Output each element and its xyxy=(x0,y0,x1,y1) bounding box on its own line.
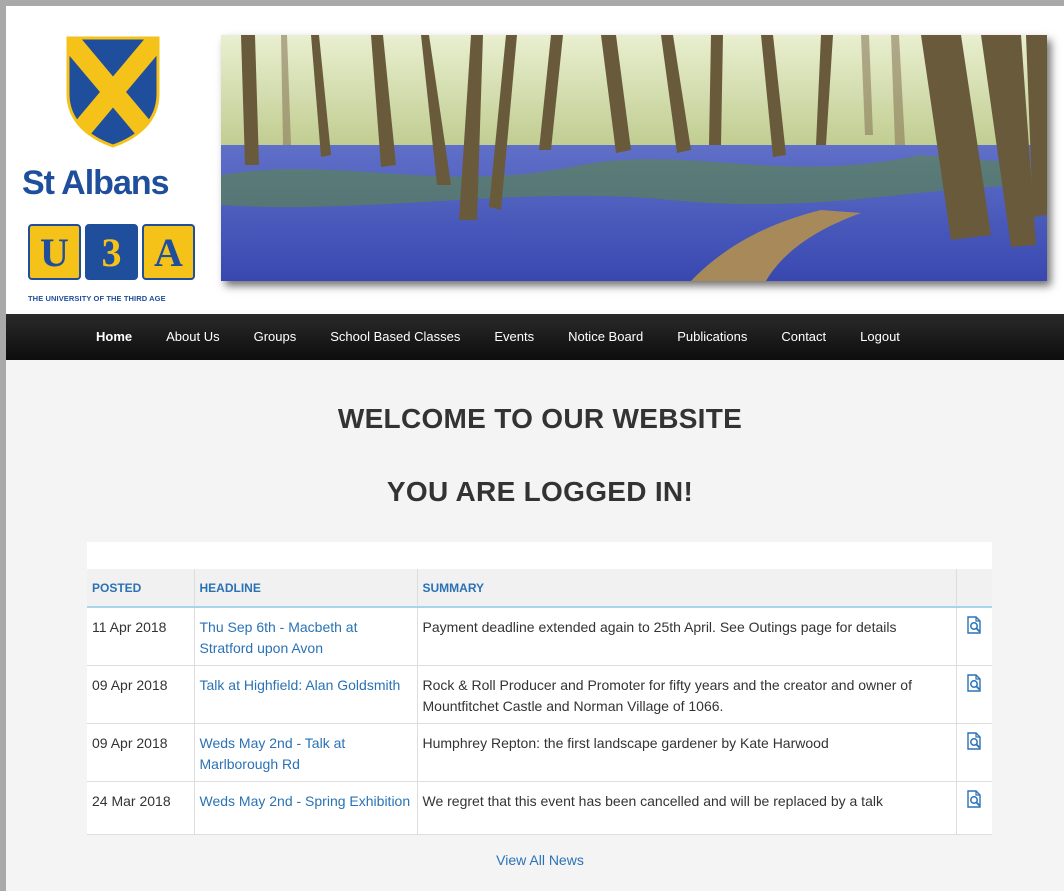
news-headline-link[interactable]: Weds May 2nd - Talk at Marlborough Rd xyxy=(194,723,418,782)
logged-in-heading: YOU ARE LOGGED IN! xyxy=(386,476,694,507)
nav-item-contact[interactable]: Contact xyxy=(764,314,843,360)
nav-item-logout[interactable]: Logout xyxy=(843,314,917,360)
nav-item-events[interactable]: Events xyxy=(477,314,551,360)
main-content: WELCOME TO OUR WEBSITE YOU ARE LOGGED IN… xyxy=(6,360,1064,891)
news-panel: POSTED HEADLINE SUMMARY 11 Apr 2018 Thu … xyxy=(87,542,992,835)
view-all-news-link[interactable]: View All News xyxy=(6,852,1064,868)
shield-crest-icon xyxy=(66,36,160,148)
u3a-letter-u: U xyxy=(28,224,81,280)
table-row: 09 Apr 2018 Talk at Highfield: Alan Gold… xyxy=(87,665,992,724)
nav-item-notice-board[interactable]: Notice Board xyxy=(551,314,660,360)
news-posted-date: 09 Apr 2018 xyxy=(87,723,195,782)
nav-item-home[interactable]: Home xyxy=(79,314,149,360)
document-view-icon[interactable] xyxy=(965,616,983,640)
welcome-heading: WELCOME TO OUR WEBSITE xyxy=(337,403,743,434)
column-header-headline[interactable]: HEADLINE xyxy=(194,569,418,608)
news-row-actions xyxy=(956,665,992,724)
news-posted-date: 09 Apr 2018 xyxy=(87,665,195,724)
news-table: POSTED HEADLINE SUMMARY 11 Apr 2018 Thu … xyxy=(87,569,992,835)
nav-list: Home About Us Groups School Based Classe… xyxy=(79,314,917,360)
table-row: 09 Apr 2018 Weds May 2nd - Talk at Marlb… xyxy=(87,723,992,782)
news-table-header-row: POSTED HEADLINE SUMMARY xyxy=(87,569,992,608)
page: St Albans U 3 A THE UNIVERSITY OF THE TH… xyxy=(6,6,1064,891)
document-view-icon[interactable] xyxy=(965,732,983,756)
news-headline-link[interactable]: Thu Sep 6th - Macbeth at Stratford upon … xyxy=(194,607,418,666)
u3a-logo: U 3 A xyxy=(28,224,198,282)
table-row: 24 Mar 2018 Weds May 2nd - Spring Exhibi… xyxy=(87,781,992,835)
news-headline-link[interactable]: Talk at Highfield: Alan Goldsmith xyxy=(194,665,418,724)
column-header-posted[interactable]: POSTED xyxy=(87,569,195,608)
brand-name: St Albans xyxy=(22,164,170,202)
news-summary: Rock & Roll Producer and Promoter for fi… xyxy=(417,665,957,724)
news-row-actions xyxy=(956,723,992,782)
news-summary: Payment deadline extended again to 25th … xyxy=(417,607,957,666)
column-header-actions xyxy=(956,569,992,608)
news-headline-link[interactable]: Weds May 2nd - Spring Exhibition xyxy=(194,781,418,835)
news-row-actions xyxy=(956,781,992,835)
u3a-letter-3: 3 xyxy=(85,224,138,280)
nav-item-about-us[interactable]: About Us xyxy=(149,314,236,360)
site-header: St Albans U 3 A THE UNIVERSITY OF THE TH… xyxy=(6,6,1064,314)
brand-tagline: THE UNIVERSITY OF THE THIRD AGE xyxy=(28,294,166,303)
nav-item-school-based-classes[interactable]: School Based Classes xyxy=(313,314,477,360)
news-posted-date: 24 Mar 2018 xyxy=(87,781,195,835)
nav-item-groups[interactable]: Groups xyxy=(237,314,314,360)
document-view-icon[interactable] xyxy=(965,674,983,698)
news-summary: We regret that this event has been cance… xyxy=(417,781,957,835)
main-nav: Home About Us Groups School Based Classe… xyxy=(6,314,1064,360)
table-row: 11 Apr 2018 Thu Sep 6th - Macbeth at Str… xyxy=(87,607,992,666)
u3a-letter-a: A xyxy=(142,224,195,280)
column-header-summary[interactable]: SUMMARY xyxy=(417,569,957,608)
document-view-icon[interactable] xyxy=(965,790,983,814)
nav-item-publications[interactable]: Publications xyxy=(660,314,764,360)
news-row-actions xyxy=(956,607,992,666)
news-panel-top xyxy=(87,542,992,569)
site-logo[interactable]: St Albans U 3 A THE UNIVERSITY OF THE TH… xyxy=(20,32,210,308)
bluebell-woodland-photo xyxy=(221,35,1047,281)
news-summary: Humphrey Repton: the first landscape gar… xyxy=(417,723,957,782)
news-posted-date: 11 Apr 2018 xyxy=(87,607,195,666)
